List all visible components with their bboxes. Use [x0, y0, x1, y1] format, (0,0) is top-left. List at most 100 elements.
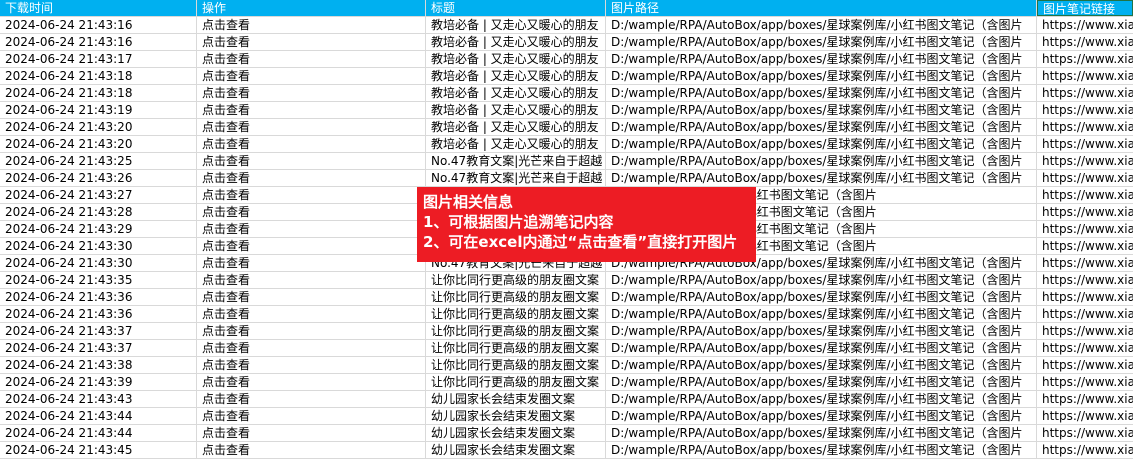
cell-download-time[interactable]: 2024-06-24 21:43:30 — [0, 238, 197, 254]
cell-note-link[interactable]: https://www.xiao — [1037, 306, 1133, 322]
cell-image-path[interactable]: D:/wample/RPA/AutoBox/app/boxes/星球案例库/小红… — [606, 340, 1037, 356]
cell-note-link[interactable]: https://www.xiao — [1037, 357, 1133, 373]
cell-title[interactable]: 教培必备 | 又走心又暖心的朋友 — [426, 85, 606, 101]
cell-download-time[interactable]: 2024-06-24 21:43:38 — [0, 357, 197, 373]
cell-note-link[interactable]: https://www.xiao — [1037, 238, 1133, 254]
cell-download-time[interactable]: 2024-06-24 21:43:18 — [0, 68, 197, 84]
cell-title[interactable]: 教培必备 | 又走心又暖心的朋友 — [426, 51, 606, 67]
cell-image-path[interactable]: D:/wample/RPA/AutoBox/app/boxes/星球案例库/小红… — [606, 442, 1037, 458]
cell-action[interactable]: 点击查看 — [197, 391, 426, 407]
header-download-time[interactable]: 下载时间 — [0, 0, 197, 16]
cell-download-time[interactable]: 2024-06-24 21:43:44 — [0, 425, 197, 441]
cell-image-path[interactable]: D:/wample/RPA/AutoBox/app/boxes/星球案例库/小红… — [606, 119, 1037, 135]
cell-note-link[interactable]: https://www.xiao — [1037, 204, 1133, 220]
cell-title[interactable]: 让你比同行更高级的朋友圈文案 — [426, 374, 606, 390]
cell-action[interactable]: 点击查看 — [197, 442, 426, 458]
cell-action[interactable]: 点击查看 — [197, 238, 426, 254]
cell-action[interactable]: 点击查看 — [197, 68, 426, 84]
cell-action[interactable]: 点击查看 — [197, 136, 426, 152]
cell-title[interactable]: 教培必备 | 又走心又暖心的朋友 — [426, 136, 606, 152]
cell-image-path[interactable]: D:/wample/RPA/AutoBox/app/boxes/星球案例库/小红… — [606, 17, 1037, 33]
cell-note-link[interactable]: https://www.xiao — [1037, 391, 1133, 407]
cell-download-time[interactable]: 2024-06-24 21:43:45 — [0, 442, 197, 458]
cell-note-link[interactable]: https://www.xiao — [1037, 340, 1133, 356]
cell-title[interactable]: 幼儿园家长会结束发圈文案 — [426, 391, 606, 407]
cell-download-time[interactable]: 2024-06-24 21:43:17 — [0, 51, 197, 67]
cell-title[interactable]: 让你比同行更高级的朋友圈文案 — [426, 272, 606, 288]
cell-download-time[interactable]: 2024-06-24 21:43:29 — [0, 221, 197, 237]
cell-action[interactable]: 点击查看 — [197, 374, 426, 390]
cell-note-link[interactable]: https://www.xiao — [1037, 255, 1133, 271]
cell-image-path[interactable]: D:/wample/RPA/AutoBox/app/boxes/星球案例库/小红… — [606, 272, 1037, 288]
cell-image-path[interactable]: D:/wample/RPA/AutoBox/app/boxes/星球案例库/小红… — [606, 391, 1037, 407]
cell-title[interactable]: 教培必备 | 又走心又暖心的朋友 — [426, 34, 606, 50]
cell-note-link[interactable]: https://www.xiao — [1037, 17, 1133, 33]
cell-note-link[interactable]: https://www.xiao — [1037, 170, 1133, 186]
cell-download-time[interactable]: 2024-06-24 21:43:36 — [0, 289, 197, 305]
cell-image-path[interactable]: D:/wample/RPA/AutoBox/app/boxes/星球案例库/小红… — [606, 51, 1037, 67]
cell-action[interactable]: 点击查看 — [197, 221, 426, 237]
cell-download-time[interactable]: 2024-06-24 21:43:44 — [0, 408, 197, 424]
cell-image-path[interactable]: D:/wample/RPA/AutoBox/app/boxes/星球案例库/小红… — [606, 34, 1037, 50]
cell-download-time[interactable]: 2024-06-24 21:43:37 — [0, 323, 197, 339]
header-note-link[interactable]: 图片笔记链接 — [1037, 0, 1133, 16]
cell-download-time[interactable]: 2024-06-24 21:43:36 — [0, 306, 197, 322]
cell-note-link[interactable]: https://www.xiao — [1037, 102, 1133, 118]
cell-download-time[interactable]: 2024-06-24 21:43:19 — [0, 102, 197, 118]
cell-note-link[interactable]: https://www.xiao — [1037, 408, 1133, 424]
cell-title[interactable]: 教培必备 | 又走心又暖心的朋友 — [426, 119, 606, 135]
cell-title[interactable]: 让你比同行更高级的朋友圈文案 — [426, 340, 606, 356]
cell-action[interactable]: 点击查看 — [197, 170, 426, 186]
cell-image-path[interactable]: D:/wample/RPA/AutoBox/app/boxes/星球案例库/小红… — [606, 408, 1037, 424]
cell-download-time[interactable]: 2024-06-24 21:43:35 — [0, 272, 197, 288]
cell-action[interactable]: 点击查看 — [197, 357, 426, 373]
cell-note-link[interactable]: https://www.xiao — [1037, 51, 1133, 67]
cell-download-time[interactable]: 2024-06-24 21:43:39 — [0, 374, 197, 390]
cell-image-path[interactable]: D:/wample/RPA/AutoBox/app/boxes/星球案例库/小红… — [606, 170, 1037, 186]
cell-note-link[interactable]: https://www.xiao — [1037, 68, 1133, 84]
cell-note-link[interactable]: https://www.xiao — [1037, 187, 1133, 203]
cell-note-link[interactable]: https://www.xiao — [1037, 34, 1133, 50]
cell-action[interactable]: 点击查看 — [197, 323, 426, 339]
cell-title[interactable]: No.47教育文案|光芒来自于超越 — [426, 170, 606, 186]
cell-title[interactable]: 幼儿园家长会结束发圈文案 — [426, 442, 606, 458]
cell-note-link[interactable]: https://www.xiao — [1037, 136, 1133, 152]
cell-action[interactable]: 点击查看 — [197, 425, 426, 441]
cell-action[interactable]: 点击查看 — [197, 102, 426, 118]
cell-title[interactable]: 幼儿园家长会结束发圈文案 — [426, 408, 606, 424]
cell-note-link[interactable]: https://www.xiao — [1037, 323, 1133, 339]
cell-action[interactable]: 点击查看 — [197, 340, 426, 356]
cell-download-time[interactable]: 2024-06-24 21:43:20 — [0, 136, 197, 152]
cell-title[interactable]: 教培必备 | 又走心又暖心的朋友 — [426, 68, 606, 84]
cell-action[interactable]: 点击查看 — [197, 289, 426, 305]
cell-note-link[interactable]: https://www.xiao — [1037, 153, 1133, 169]
cell-download-time[interactable]: 2024-06-24 21:43:25 — [0, 153, 197, 169]
cell-download-time[interactable]: 2024-06-24 21:43:20 — [0, 119, 197, 135]
cell-title[interactable]: 让你比同行更高级的朋友圈文案 — [426, 357, 606, 373]
cell-action[interactable]: 点击查看 — [197, 17, 426, 33]
cell-action[interactable]: 点击查看 — [197, 51, 426, 67]
cell-action[interactable]: 点击查看 — [197, 153, 426, 169]
cell-note-link[interactable]: https://www.xiao — [1037, 442, 1133, 458]
cell-action[interactable]: 点击查看 — [197, 85, 426, 101]
cell-title[interactable]: 让你比同行更高级的朋友圈文案 — [426, 323, 606, 339]
cell-action[interactable]: 点击查看 — [197, 306, 426, 322]
cell-image-path[interactable]: D:/wample/RPA/AutoBox/app/boxes/星球案例库/小红… — [606, 374, 1037, 390]
cell-download-time[interactable]: 2024-06-24 21:43:16 — [0, 34, 197, 50]
cell-image-path[interactable]: D:/wample/RPA/AutoBox/app/boxes/星球案例库/小红… — [606, 357, 1037, 373]
cell-image-path[interactable]: D:/wample/RPA/AutoBox/app/boxes/星球案例库/小红… — [606, 306, 1037, 322]
cell-title[interactable]: 让你比同行更高级的朋友圈文案 — [426, 306, 606, 322]
cell-note-link[interactable]: https://www.xiao — [1037, 272, 1133, 288]
cell-title[interactable]: 教培必备 | 又走心又暖心的朋友 — [426, 17, 606, 33]
cell-download-time[interactable]: 2024-06-24 21:43:30 — [0, 255, 197, 271]
cell-action[interactable]: 点击查看 — [197, 408, 426, 424]
cell-download-time[interactable]: 2024-06-24 21:43:37 — [0, 340, 197, 356]
cell-action[interactable]: 点击查看 — [197, 187, 426, 203]
cell-download-time[interactable]: 2024-06-24 21:43:27 — [0, 187, 197, 203]
cell-download-time[interactable]: 2024-06-24 21:43:43 — [0, 391, 197, 407]
cell-image-path[interactable]: D:/wample/RPA/AutoBox/app/boxes/星球案例库/小红… — [606, 136, 1037, 152]
cell-note-link[interactable]: https://www.xiao — [1037, 221, 1133, 237]
header-title[interactable]: 标题 — [426, 0, 606, 16]
cell-action[interactable]: 点击查看 — [197, 272, 426, 288]
cell-note-link[interactable]: https://www.xiao — [1037, 119, 1133, 135]
